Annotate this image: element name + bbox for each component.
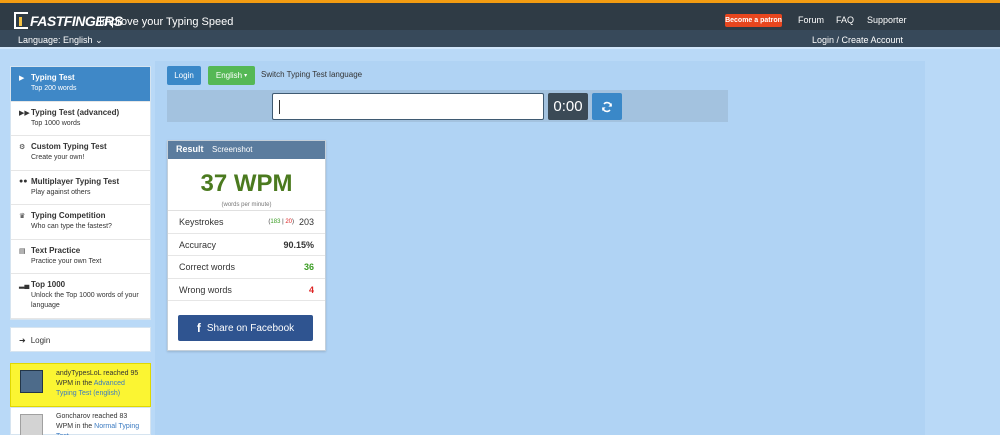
accuracy-label: Accuracy — [179, 239, 217, 250]
refresh-icon — [602, 101, 612, 112]
sidebar-item-multiplayer[interactable]: ●● Multiplayer Typing Test Play against … — [11, 171, 150, 205]
sidebar-item-sub: Practice your own Text — [31, 257, 102, 265]
language-select-button[interactable]: English ▾ — [208, 66, 255, 85]
switch-language-label: Switch Typing Test language — [261, 70, 363, 79]
become-patron-button[interactable]: Become a patron — [725, 14, 782, 27]
nav-faq-link[interactable]: FAQ — [836, 15, 854, 25]
result-header: Result Screenshot — [168, 141, 325, 159]
logo-icon — [14, 12, 28, 29]
share-facebook-label: Share on Facebook — [206, 322, 295, 334]
keystrokes-label: Keystrokes — [179, 217, 224, 227]
login-label: Login — [30, 336, 51, 345]
caret-down-icon: ▾ — [244, 73, 248, 79]
wrong-words-row: Wrong words 4 — [168, 279, 325, 301]
language-label: Language: English — [18, 35, 93, 45]
play-icon: ▶ — [19, 75, 25, 82]
sign-in-icon: ➜ — [19, 336, 26, 345]
correct-words-value: 36 — [303, 262, 314, 272]
nav-forum-link[interactable]: Forum — [798, 15, 824, 25]
sidebar-item-title: Text Practice — [31, 245, 81, 255]
screenshot-link[interactable]: Screenshot — [212, 145, 252, 154]
wrong-words-label: Wrong words — [179, 284, 232, 295]
sidebar-menu: ▶ Typing Test Top 200 words ▶▶ Typing Te… — [10, 66, 151, 320]
share-facebook-button[interactable]: f Share on Facebook — [178, 315, 313, 341]
activity-feed-item: Goncharov reached 83 WPM in the Normal T… — [10, 407, 151, 435]
sidebar-item-custom-typing-test[interactable]: ⚙ Custom Typing Test Create your own! — [11, 136, 150, 171]
sidebar-item-title: Top 1000 — [31, 280, 66, 289]
keystrokes-wrong: 20 — [285, 219, 292, 225]
activity-feed-item: andyTypesLoL reached 95 WPM in the Advan… — [10, 363, 151, 407]
language-select-label: English — [215, 71, 243, 80]
language-dropdown[interactable]: Language: English ⌄ — [18, 35, 103, 46]
keystrokes-total: 203 — [298, 217, 314, 227]
keystrokes-row: Keystrokes (183 | 20) 203 — [168, 211, 325, 234]
feed-user[interactable]: Goncharov — [56, 413, 90, 420]
nav-supporter-link[interactable]: Supporter — [867, 15, 907, 25]
sidebar-item-sub: Create your own! — [31, 154, 85, 161]
feed-user[interactable]: andyTypesLoL — [56, 370, 101, 377]
typing-input[interactable] — [272, 93, 544, 120]
sidebar-item-typing-competition[interactable]: ♛ Typing Competition Who can type the fa… — [11, 205, 150, 240]
accuracy-value: 90.15% — [283, 239, 314, 250]
keystrokes-correct: 183 — [270, 219, 281, 225]
sidebar-item-sub: Top 200 words — [31, 85, 77, 92]
sidebar-item-title: Multiplayer Typing Test — [31, 176, 120, 186]
wpm-block: 37 WPM (words per minute) — [168, 159, 325, 211]
gears-icon: ⚙ — [19, 144, 26, 151]
sidebar-item-sub: Who can type the fastest? — [31, 223, 112, 230]
fast-forward-icon: ▶▶ — [19, 109, 30, 117]
sidebar-item-title: Typing Test — [31, 73, 75, 82]
sidebar-item-top-1000[interactable]: ▂▄ Top 1000 Unlock the Top 1000 words of… — [11, 274, 150, 319]
trophy-icon: ♛ — [19, 213, 26, 220]
timer-display: 0:00 — [548, 93, 588, 120]
signal-icon: ▂▄ — [19, 282, 30, 289]
facebook-icon: f — [196, 321, 201, 335]
sidebar-item-title: Typing Competition — [31, 211, 106, 220]
sidebar-item-title: Custom Typing Test — [31, 142, 107, 151]
sub-navbar: Language: English ⌄ Login / Create Accou… — [0, 30, 1000, 49]
top-navbar: FASTFINGERS Improve your Typing Speed Be… — [0, 0, 1000, 30]
correct-words-label: Correct words — [179, 262, 236, 272]
sidebar-item-text-practice[interactable]: ▤ Text Practice Practice your own Text — [11, 240, 150, 274]
reload-button[interactable] — [592, 93, 622, 120]
result-title: Result — [176, 144, 204, 154]
login-button[interactable]: Login — [167, 66, 201, 85]
wpm-subtitle: (words per minute) — [221, 202, 272, 208]
users-icon: ●● — [19, 177, 28, 185]
wrong-words-value: 4 — [308, 284, 314, 295]
chevron-down-icon: ⌄ — [95, 35, 103, 45]
login-create-account-link[interactable]: Login / Create Account — [812, 35, 903, 45]
sidebar-login-link[interactable]: ➜ Login — [10, 327, 151, 352]
sidebar-item-sub: Unlock the Top 1000 words of your langua… — [31, 292, 139, 309]
document-icon: ▤ — [19, 247, 26, 255]
sidebar-item-sub: Top 1000 words — [31, 119, 81, 127]
accuracy-row: Accuracy 90.15% — [168, 234, 325, 256]
result-card: Result Screenshot 37 WPM (words per minu… — [167, 140, 326, 351]
sidebar-item-typing-test[interactable]: ▶ Typing Test Top 200 words — [11, 67, 150, 102]
wpm-value: 37 WPM — [200, 170, 293, 197]
tagline: Improve your Typing Speed — [99, 16, 234, 28]
sidebar-item-sub: Play against others — [31, 188, 91, 196]
keystrokes-detail: (183 | 20) — [268, 219, 294, 225]
sidebar-item-title: Typing Test (advanced) — [31, 107, 120, 117]
avatar[interactable] — [20, 414, 43, 435]
correct-words-row: Correct words 36 — [168, 256, 325, 279]
sidebar-item-typing-test-advanced[interactable]: ▶▶ Typing Test (advanced) Top 1000 words — [11, 102, 150, 136]
avatar[interactable] — [20, 370, 43, 393]
